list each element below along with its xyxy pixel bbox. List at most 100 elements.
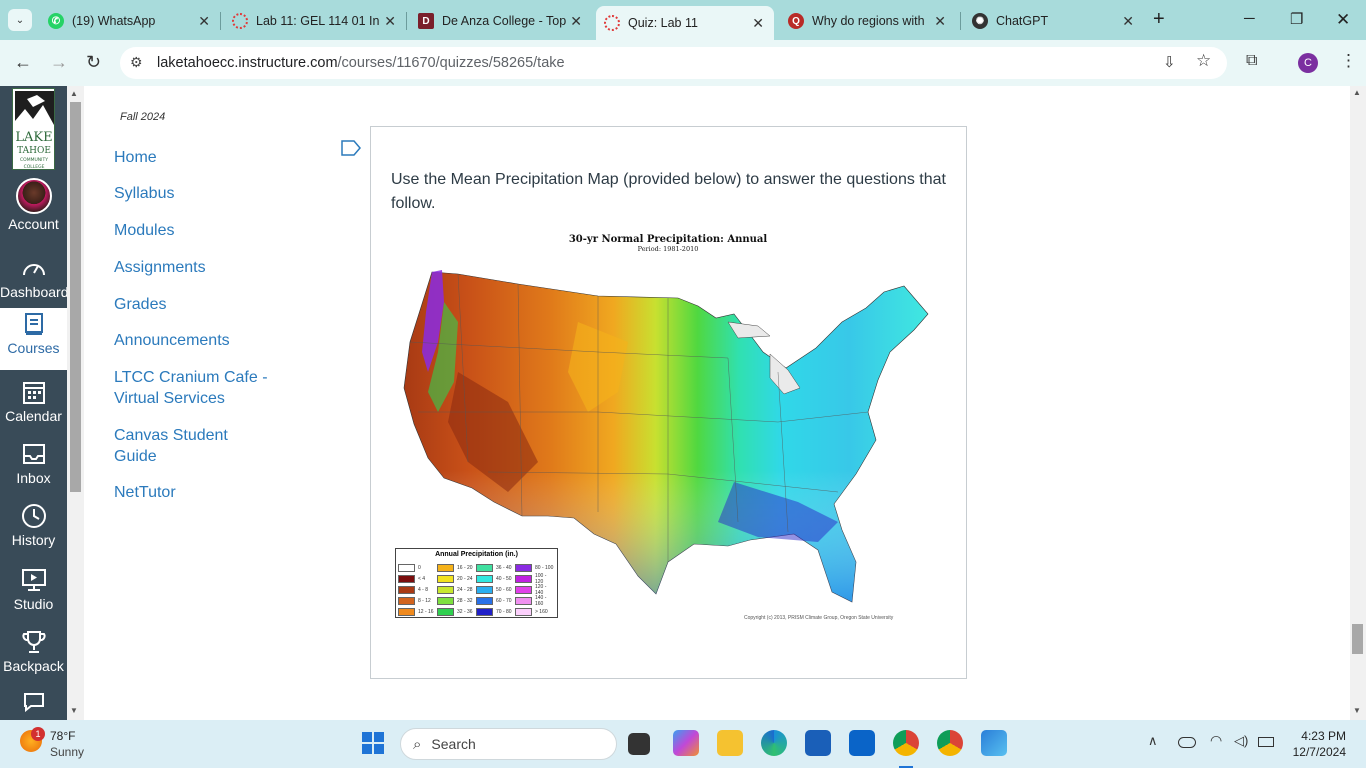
close-icon[interactable]: ✕ — [384, 13, 396, 30]
legend-swatch — [515, 585, 532, 594]
course-nav-cranium-cafe[interactable]: LTCC Cranium Cafe - Virtual Services — [114, 367, 274, 409]
legend-swatch — [515, 596, 532, 605]
start-button[interactable] — [362, 732, 384, 754]
legend-entry: 32 - 36 — [437, 606, 476, 617]
legend-swatch — [437, 607, 454, 616]
svg-text:TAHOE: TAHOE — [17, 146, 51, 156]
browser-tab-whatsapp[interactable]: ✆ (19) WhatsApp ✕ — [40, 6, 220, 36]
close-icon[interactable]: ✕ — [570, 13, 582, 30]
course-nav-syllabus[interactable]: Syllabus — [114, 183, 174, 204]
map-title: 30-yr Normal Precipitation: Annual — [568, 234, 768, 245]
chrome-profile-t-icon[interactable] — [937, 730, 963, 756]
course-nav-student-guide[interactable]: Canvas Student Guide — [114, 425, 244, 467]
legend-swatch — [398, 564, 415, 573]
history-icon — [0, 500, 67, 532]
browser-menu-icon[interactable]: ⋮ — [1340, 51, 1357, 71]
copilot-icon[interactable] — [673, 730, 699, 756]
page-scrollbar-thumb[interactable] — [70, 102, 81, 492]
store-icon[interactable] — [805, 730, 831, 756]
browser-tab-deanza[interactable]: D De Anza College - Top ✕ — [410, 6, 592, 36]
svg-text:COLLEGE: COLLEGE — [24, 164, 45, 170]
new-tab-button[interactable]: + — [1153, 8, 1165, 31]
global-nav-studio[interactable]: Studio — [0, 564, 67, 626]
global-nav-history[interactable]: History — [0, 500, 67, 562]
bookmark-star-icon[interactable]: ☆ — [1196, 51, 1211, 71]
help-icon[interactable] — [23, 692, 45, 713]
install-app-icon[interactable]: ⇩ — [1163, 53, 1176, 71]
clock-time: 4:23 PM — [1301, 729, 1346, 743]
edge-icon[interactable] — [761, 730, 787, 756]
legend-entry: 40 - 50 — [476, 574, 515, 585]
browser-tab-lab11[interactable]: Lab 11: GEL 114 01 In ✕ — [224, 6, 406, 36]
scroll-down-arrow[interactable]: ▼ — [70, 706, 78, 715]
site-info-icon[interactable]: ⚙ — [130, 54, 143, 71]
legend-swatch — [398, 596, 415, 605]
back-button[interactable]: ← — [14, 52, 32, 73]
minimize-button[interactable]: ─ — [1244, 10, 1255, 27]
url-text[interactable]: laketahoecc.instructure.com/courses/1167… — [157, 55, 565, 71]
extensions-icon[interactable]: ⧉ — [1246, 52, 1257, 70]
content-scrollbar-thumb[interactable] — [1352, 624, 1363, 654]
legend-entry: 60 - 70 — [476, 595, 515, 606]
legend-label: 32 - 36 — [457, 608, 473, 615]
battery-icon[interactable] — [1258, 737, 1274, 747]
scroll-up-arrow[interactable]: ▲ — [1353, 88, 1361, 97]
close-icon[interactable]: ✕ — [198, 13, 210, 30]
legend-swatch — [437, 596, 454, 605]
task-view-icon[interactable] — [628, 733, 650, 755]
restore-button[interactable]: ❐ — [1290, 10, 1303, 28]
legend-entry: 70 - 80 — [476, 606, 515, 617]
reload-button[interactable]: ↻ — [86, 52, 101, 73]
taskbar-search[interactable]: ⌕ Search — [400, 728, 617, 760]
legend-label: 50 - 60 — [496, 586, 512, 593]
whatsapp-icon: ✆ — [48, 13, 64, 29]
close-icon[interactable]: ✕ — [1122, 13, 1134, 30]
global-nav-dashboard[interactable]: Dashboard — [0, 252, 69, 314]
show-hidden-icons[interactable]: ∧ — [1148, 733, 1158, 749]
forward-button[interactable]: → — [50, 52, 68, 73]
profile-avatar[interactable]: C — [1298, 53, 1318, 73]
global-nav-courses[interactable]: Courses — [0, 308, 67, 370]
photos-icon[interactable] — [981, 730, 1007, 756]
browser-tab-quiz-active[interactable]: Quiz: Lab 11 ✕ — [596, 6, 774, 40]
close-window-button[interactable]: ✕ — [1336, 10, 1350, 30]
chrome-profile-c-icon[interactable] — [893, 730, 919, 756]
browser-tab-chatgpt[interactable]: ✺ ChatGPT ✕ — [964, 6, 1144, 36]
course-nav-home[interactable]: Home — [114, 147, 157, 168]
course-nav-nettutor[interactable]: NetTutor — [114, 482, 176, 503]
course-nav-modules[interactable]: Modules — [114, 220, 174, 241]
course-nav-announcements[interactable]: Announcements — [114, 330, 230, 351]
global-nav-calendar[interactable]: Calendar — [0, 376, 67, 438]
system-clock[interactable]: 4:23 PM 12/7/2024 — [1284, 728, 1346, 760]
legend-label: 12 - 16 — [418, 608, 434, 615]
legend-label: 24 - 28 — [457, 586, 473, 593]
legend-entry: < 4 — [398, 574, 437, 585]
onedrive-icon[interactable] — [1178, 737, 1196, 748]
weather-text[interactable]: 78°F Sunny — [50, 728, 84, 760]
legend-swatch — [437, 564, 454, 573]
close-icon[interactable]: ✕ — [752, 15, 764, 32]
scroll-up-arrow[interactable]: ▲ — [70, 89, 78, 98]
legend-swatch — [476, 575, 493, 584]
legend-entry: 8 - 12 — [398, 595, 437, 606]
question-text: Use the Mean Precipitation Map (provided… — [391, 171, 946, 212]
legend-label: 60 - 70 — [496, 597, 512, 604]
browser-tab-quora[interactable]: Q Why do regions with ✕ — [780, 6, 956, 36]
global-nav-account[interactable]: Account — [0, 176, 67, 238]
course-nav-grades[interactable]: Grades — [114, 294, 166, 315]
legend-entry: > 160 — [515, 606, 554, 617]
global-nav-backpack[interactable]: Backpack — [0, 626, 67, 688]
global-nav-inbox[interactable]: Inbox — [0, 438, 67, 500]
legend-entry: 120 - 140 — [515, 584, 554, 596]
scroll-down-arrow[interactable]: ▼ — [1353, 706, 1361, 715]
map-subtitle: Period: 1981-2010 — [637, 245, 699, 253]
course-nav-assignments[interactable]: Assignments — [114, 257, 206, 278]
flag-question-icon[interactable] — [341, 140, 361, 156]
wifi-icon[interactable]: ◠ — [1210, 732, 1222, 749]
close-icon[interactable]: ✕ — [934, 13, 946, 30]
college-logo[interactable]: LAKE TAHOE COMMUNITY COLLEGE — [12, 88, 55, 170]
file-explorer-icon[interactable] — [717, 730, 743, 756]
outlook-icon[interactable] — [849, 730, 875, 756]
volume-icon[interactable]: ◁) — [1234, 733, 1248, 749]
tab-list-button[interactable]: ⌄ — [8, 9, 32, 31]
